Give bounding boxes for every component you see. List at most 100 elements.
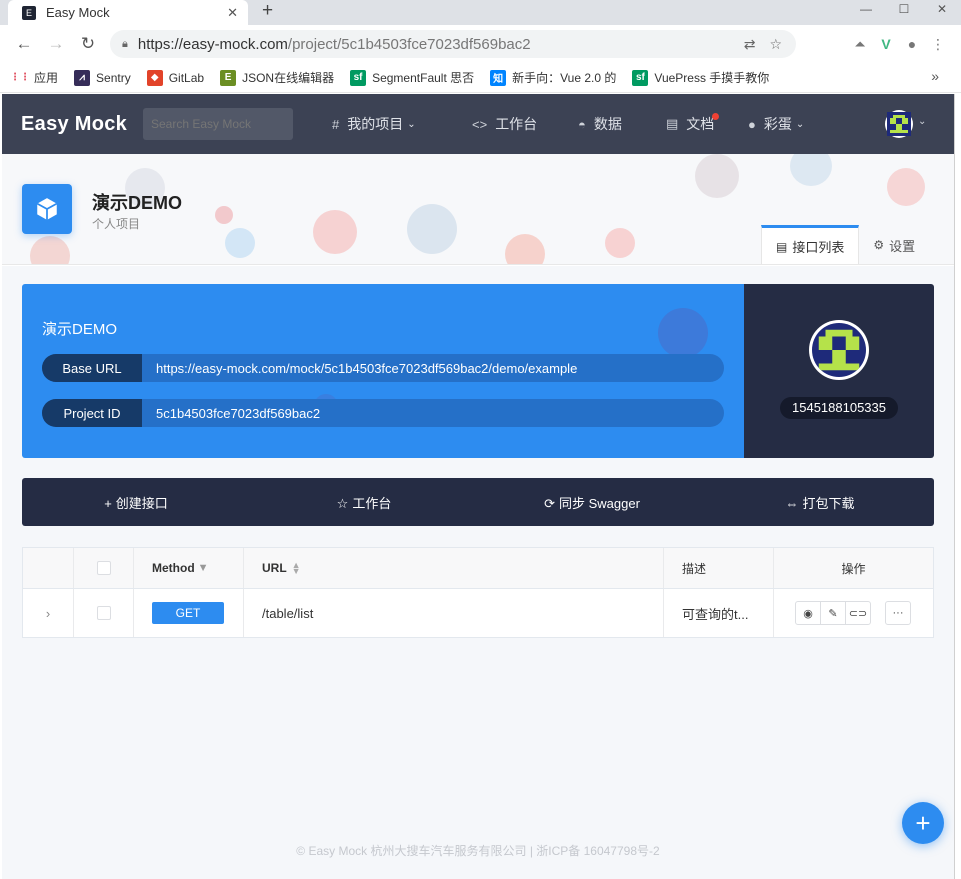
- app-logo[interactable]: Easy Mock: [21, 113, 127, 136]
- chevron-down-icon[interactable]: ⌄: [918, 116, 926, 127]
- project-cube-icon: [22, 184, 72, 234]
- sort-icon[interactable]: ▲ ▼: [292, 561, 301, 576]
- user-avatar[interactable]: [885, 110, 913, 138]
- chevron-down-icon: ⌄: [407, 118, 416, 130]
- tab-api-list[interactable]: ▤ 接口列表: [761, 225, 860, 264]
- bookmark-item[interactable]: 知新手向：Vue 2.0 的: [490, 69, 616, 86]
- bookmark-item[interactable]: ⋮⋮ 应用: [10, 69, 58, 86]
- bookmark-star-icon[interactable]: ☆: [769, 36, 782, 53]
- action-label: 工作台: [352, 495, 392, 511]
- maximize-icon[interactable]: ☐: [885, 0, 923, 25]
- minimize-icon[interactable]: —: [847, 0, 885, 25]
- desc-header: 描述: [664, 548, 774, 588]
- bookmarks-overflow-icon[interactable]: »: [931, 68, 939, 84]
- action-label: 打包下载: [802, 495, 855, 511]
- chrome-menu-icon[interactable]: ⋮: [925, 36, 951, 53]
- bookmark-item[interactable]: sf VuePress 手摸手教你: [632, 69, 769, 86]
- nav-label: 我的项目: [347, 116, 404, 132]
- bookmark-label: Sentry: [96, 70, 131, 85]
- book-icon: ▤: [666, 116, 679, 131]
- row-select-cell: [74, 589, 134, 637]
- url-header[interactable]: URL ▲ ▼: [244, 548, 664, 588]
- action-label: 创建接口: [115, 495, 168, 511]
- preview-eye-icon[interactable]: ◉: [795, 601, 821, 625]
- list-icon: ▤: [776, 239, 788, 254]
- bookmark-favicon-icon: 知: [490, 69, 507, 86]
- bookmark-favicon-icon: ⋮⋮: [10, 72, 30, 83]
- bookmark-item[interactable]: E JSON在线编辑器: [220, 69, 334, 86]
- base-url-row: Base URL https://easy-mock.com/mock/5c1b…: [42, 354, 724, 382]
- project-type: 个人项目: [92, 217, 141, 231]
- nav-docs[interactable]: ▤ 文档: [666, 94, 721, 154]
- filter-icon[interactable]: ▼: [198, 562, 209, 574]
- tab-close-icon[interactable]: ✕: [227, 5, 238, 21]
- bookmark-label: GitLab: [168, 70, 205, 85]
- decor-bubble: [313, 210, 357, 254]
- avatar-pixel-icon: [887, 112, 911, 136]
- owner-avatar[interactable]: [809, 320, 869, 380]
- info-card-title: 演示DEMO: [42, 321, 118, 338]
- nav-easter-egg[interactable]: ● 彩蛋 ⌄: [748, 94, 804, 154]
- sync-swagger-button[interactable]: ⟳ 同步 Swagger: [478, 493, 706, 512]
- select-all-checkbox[interactable]: [96, 561, 111, 575]
- translate-icon[interactable]: ⇄: [744, 36, 756, 53]
- decor-bubble: [215, 206, 233, 224]
- action-bar: + 创建接口 ☆ 工作台 ⟳ 同步 Swagger ⇔ 打包下载: [22, 478, 934, 526]
- reload-icon[interactable]: ↻: [72, 34, 104, 54]
- row-checkbox[interactable]: [96, 606, 111, 620]
- decor-bubble: [407, 204, 457, 254]
- base-url-value[interactable]: https://easy-mock.com/mock/5c1b4503fce70…: [142, 361, 577, 376]
- project-id-label: Project ID: [42, 399, 142, 427]
- code-icon: <>: [472, 116, 488, 132]
- bookmark-item[interactable]: ⩘ Sentry: [74, 69, 131, 86]
- method-tag: GET: [152, 602, 224, 624]
- decor-bubble: [605, 228, 635, 258]
- profile-icon[interactable]: ●: [899, 36, 925, 52]
- project-info-card: 演示DEMO Base URL https://easy-mock.com/mo…: [22, 284, 744, 458]
- create-api-button[interactable]: + 创建接口: [22, 493, 250, 512]
- new-tab-button[interactable]: +: [262, 0, 273, 25]
- back-arrow-icon[interactable]: ←: [8, 34, 40, 54]
- add-fab-button[interactable]: +: [902, 802, 944, 844]
- copy-link-icon[interactable]: ⊂⊃: [845, 601, 871, 625]
- nav-my-projects[interactable]: # 我的项目 ⌄: [332, 94, 416, 154]
- tab-label: 设置: [889, 238, 916, 254]
- url-cell: /table/list: [244, 589, 664, 637]
- vue-devtools-icon[interactable]: V: [873, 36, 899, 52]
- notification-dot: [712, 112, 720, 120]
- dashboard-icon: ◓: [578, 116, 586, 132]
- bookmark-label: SegmentFault 思否: [372, 71, 475, 85]
- search-input[interactable]: [143, 108, 293, 140]
- decor-bubble: [505, 234, 545, 264]
- download-button[interactable]: ⇔ 打包下载: [706, 493, 934, 512]
- address-bar[interactable]: 🔒︎ https://easy-mock.com/project/5c1b450…: [110, 30, 796, 58]
- bookmark-item[interactable]: sf SegmentFault 思否: [350, 69, 474, 86]
- main-content: 演示DEMO Base URL https://easy-mock.com/mo…: [2, 266, 954, 879]
- tab-settings[interactable]: ⚙ 设置: [859, 225, 929, 264]
- workbench-button[interactable]: ☆ 工作台: [250, 493, 478, 512]
- browser-tab[interactable]: E Easy Mock ✕: [8, 0, 248, 25]
- method-header[interactable]: Method ▼: [134, 548, 244, 588]
- egg-icon: ●: [748, 116, 756, 132]
- owner-card: 1545188105335: [744, 284, 934, 458]
- nav-label: 数据: [593, 116, 622, 132]
- nav-label: 彩蛋: [763, 116, 792, 132]
- nav-workbench[interactable]: <> 工作台: [472, 94, 537, 154]
- app-header: Easy Mock # 我的项目 ⌄ <> 工作台 ◓ 数据 ▤ 文档 ● 彩蛋…: [2, 94, 954, 154]
- bookmark-item[interactable]: ◆ GitLab: [146, 69, 205, 86]
- nav-data[interactable]: ◓ 数据: [578, 94, 622, 154]
- extension-icon[interactable]: ⏶: [847, 36, 873, 53]
- project-id-value[interactable]: 5c1b4503fce7023df569bac2: [142, 406, 320, 421]
- window-close-icon[interactable]: ✕: [923, 0, 961, 25]
- bookmark-favicon-icon: ⩘: [74, 69, 91, 86]
- address-url[interactable]: https://easy-mock.com/project/5c1b4503fc…: [138, 36, 744, 53]
- forward-arrow-icon[interactable]: →: [40, 34, 72, 54]
- ops-group: ◉ ✎ ⊂⊃: [795, 601, 871, 625]
- avatar-pixel-icon: [812, 323, 866, 377]
- more-icon[interactable]: ···: [885, 601, 911, 625]
- api-table: Method ▼ URL ▲ ▼ 描述 操作 › GET /table/list 可查…: [22, 547, 934, 638]
- easymock-favicon-icon: E: [22, 5, 36, 20]
- decor-bubble: [887, 168, 925, 206]
- edit-pencil-icon[interactable]: ✎: [820, 601, 846, 625]
- expand-row-icon[interactable]: ›: [23, 589, 74, 637]
